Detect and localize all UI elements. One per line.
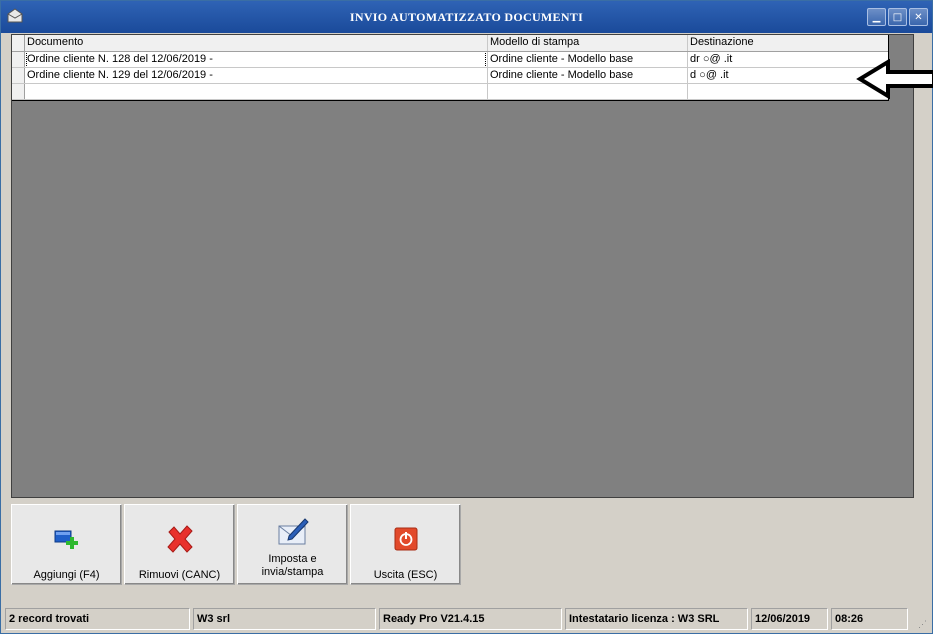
add-button[interactable]: Aggiungi (F4)	[11, 504, 122, 585]
cell-documento-text: Ordine cliente N. 128 del 12/06/2019 -	[26, 52, 486, 67]
cell-modello[interactable]	[488, 84, 688, 99]
resize-grip-icon[interactable]: ⋰	[918, 619, 928, 629]
exit-button[interactable]: Uscita (ESC)	[350, 504, 461, 585]
row-indicator[interactable]	[12, 52, 25, 67]
app-envelope-icon	[7, 8, 23, 23]
row-indicator[interactable]	[12, 84, 25, 99]
row-indicator[interactable]	[12, 68, 25, 83]
exit-button-label: Uscita (ESC)	[373, 569, 438, 581]
table-row-new[interactable]	[12, 84, 888, 100]
remove-button-label: Rimuovi (CANC)	[138, 569, 221, 581]
status-date: 12/06/2019	[751, 608, 828, 630]
cell-modello[interactable]: Ordine cliente - Modello base	[488, 52, 688, 67]
status-time: 08:26	[831, 608, 908, 630]
send-print-button-label: Imposta e invia/stampa	[262, 553, 324, 579]
cell-documento[interactable]: Ordine cliente N. 128 del 12/06/2019 -	[25, 52, 488, 67]
add-document-icon	[51, 523, 83, 555]
send-print-label-line1: Imposta e	[268, 553, 317, 565]
table-row[interactable]: Ordine cliente N. 129 del 12/06/2019 - O…	[12, 68, 888, 84]
cell-documento[interactable]: Ordine cliente N. 129 del 12/06/2019 -	[25, 68, 488, 83]
grid-header-row: Documento Modello di stampa Destinazione	[12, 35, 888, 52]
status-company: W3 srl	[193, 608, 376, 630]
documents-grid-area[interactable]: Documento Modello di stampa Destinazione…	[11, 34, 914, 498]
cell-modello[interactable]: Ordine cliente - Modello base	[488, 68, 688, 83]
status-version: Ready Pro V21.4.15	[379, 608, 562, 630]
left-arrow-annotation-icon	[856, 59, 933, 99]
send-print-button[interactable]: Imposta e invia/stampa	[237, 504, 348, 585]
title-bar[interactable]: INVIO AUTOMATIZZATO DOCUMENTI ▁ □ ✕	[1, 1, 932, 33]
documents-grid[interactable]: Documento Modello di stampa Destinazione…	[12, 35, 889, 101]
cell-documento[interactable]	[25, 84, 488, 99]
close-icon[interactable]: ✕	[909, 8, 928, 26]
action-toolbar: Aggiungi (F4) Rimuovi (CANC) Imposta e i…	[11, 504, 461, 586]
minimize-icon[interactable]: ▁	[867, 8, 886, 26]
remove-button[interactable]: Rimuovi (CANC)	[124, 504, 235, 585]
add-button-label: Aggiungi (F4)	[33, 569, 100, 581]
table-row[interactable]: Ordine cliente N. 128 del 12/06/2019 - O…	[12, 52, 888, 68]
main-window: INVIO AUTOMATIZZATO DOCUMENTI ▁ □ ✕ Docu…	[0, 0, 933, 634]
status-license: Intestatario licenza : W3 SRL	[565, 608, 748, 630]
red-x-icon	[164, 523, 196, 555]
status-records: 2 record trovati	[5, 608, 190, 630]
column-header-destinazione[interactable]: Destinazione	[688, 35, 888, 51]
power-icon	[390, 523, 422, 555]
status-bar: 2 record trovati W3 srl Ready Pro V21.4.…	[5, 608, 930, 632]
maximize-icon[interactable]: □	[888, 8, 907, 26]
column-header-modello[interactable]: Modello di stampa	[488, 35, 688, 51]
window-controls: ▁ □ ✕	[867, 8, 928, 26]
window-title: INVIO AUTOMATIZZATO DOCUMENTI	[349, 9, 584, 24]
send-print-label-line2: invia/stampa	[261, 566, 324, 578]
row-indicator-header	[12, 35, 25, 51]
column-header-documento[interactable]: Documento	[25, 35, 488, 51]
envelope-pen-icon	[277, 515, 309, 547]
